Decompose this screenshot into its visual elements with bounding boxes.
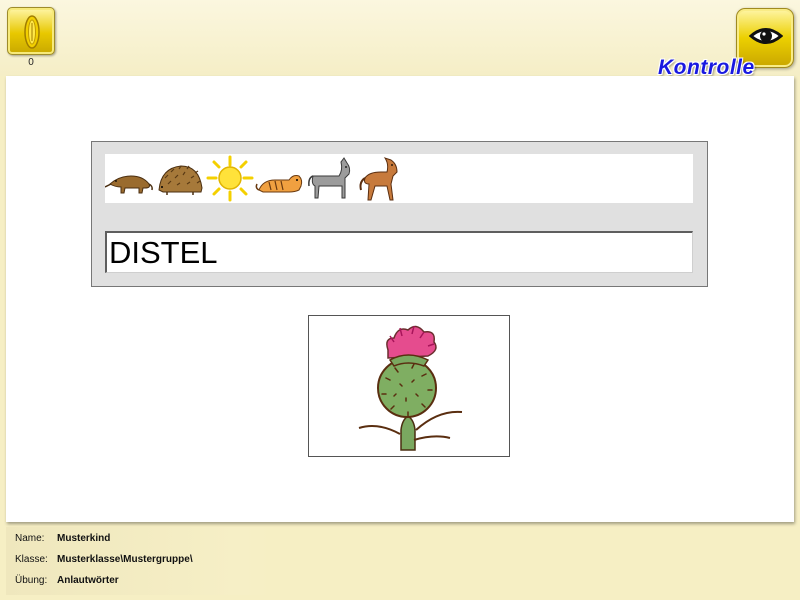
class-value: Musterklasse\Mustergruppe\ <box>57 554 193 565</box>
donkey-picture[interactable] <box>305 154 355 203</box>
horse-picture[interactable] <box>355 154 405 203</box>
info-row-class: Klasse: Musterklasse\Mustergruppe\ <box>15 554 193 565</box>
answer-input[interactable] <box>105 231 693 273</box>
hedgehog-picture[interactable] <box>155 154 205 203</box>
coin-icon <box>24 15 40 49</box>
coin-button[interactable] <box>7 7 55 55</box>
class-label: Klasse: <box>15 554 48 565</box>
coin-count: 0 <box>28 57 34 68</box>
name-value: Musterkind <box>57 533 111 544</box>
anteater-picture[interactable] <box>105 154 155 203</box>
exercise-box <box>91 141 708 287</box>
exercise-label: Übung: <box>15 575 48 586</box>
eye-icon <box>749 28 783 44</box>
picture-strip <box>105 154 693 203</box>
sun-picture[interactable] <box>205 154 255 203</box>
exercise-value: Anlautwörter <box>57 575 119 586</box>
info-panel: Name: Musterkind Klasse: Musterklasse\Must… <box>6 527 278 595</box>
tiger-picture[interactable] <box>255 154 305 203</box>
main-panel <box>6 76 794 522</box>
name-label: Name: <box>15 533 45 544</box>
info-row-name: Name: Musterkind <box>15 533 110 544</box>
info-row-exercise: Übung: Anlautwörter <box>15 575 119 586</box>
thistle-picture <box>358 325 463 451</box>
target-picture-frame <box>308 315 510 457</box>
